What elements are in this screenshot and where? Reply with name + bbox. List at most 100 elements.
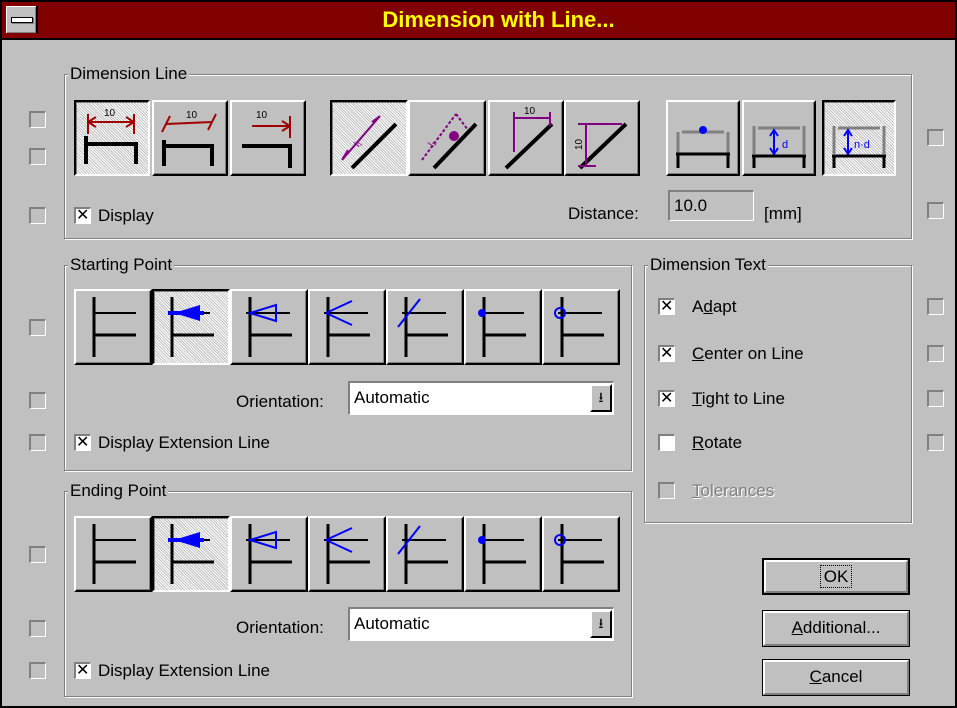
system-menu-button[interactable] [6, 6, 38, 33]
check-mark-icon: ✕ [76, 432, 90, 451]
start-circle-button[interactable] [542, 289, 620, 365]
rotate-checkbox[interactable] [658, 434, 675, 451]
line-arrow-icon [324, 524, 370, 584]
check-mark-icon: ✕ [660, 343, 674, 362]
end-ext-line-label: Display Extension Line [98, 661, 270, 680]
open-arrow-icon [246, 297, 292, 357]
end-slash-button[interactable] [386, 516, 464, 592]
tolerances-label: Tolerances [692, 481, 775, 500]
parallel-dimension-icon: l₁ [341, 115, 398, 170]
end-orientation-select[interactable]: Automatic ⭳ [348, 607, 614, 641]
direction-parallel-button[interactable]: l₁ [330, 100, 408, 176]
dim-value-2: 10 [574, 138, 585, 150]
lock-checkbox-9[interactable] [29, 662, 46, 679]
horizontal-dimension-icon: 10 [504, 106, 554, 170]
cancel-button[interactable]: Cancel [762, 659, 910, 696]
lock-checkbox-4[interactable] [29, 319, 46, 336]
check-mark-icon: ✕ [76, 660, 90, 679]
straight-dimension-icon: 10 [84, 108, 138, 164]
start-ext-line-checkbox[interactable]: ✕ [74, 432, 91, 451]
title-bar[interactable]: Dimension with Line... [2, 2, 955, 40]
check-mark-icon: ✕ [660, 388, 674, 407]
dim-value-1: 10 [524, 106, 536, 117]
slash-icon [397, 524, 448, 584]
end-open-arrow-button[interactable] [230, 516, 308, 592]
start-filled-arrow-button[interactable] [152, 289, 230, 365]
slash-icon [397, 297, 448, 357]
no-terminator-icon [92, 297, 136, 357]
dimension-text-legend: Dimension Text [648, 255, 768, 275]
additional-button[interactable]: Additional... [762, 610, 910, 647]
lock-checkbox-r6[interactable] [927, 434, 944, 451]
start-slash-button[interactable] [386, 289, 464, 365]
lock-checkbox-7[interactable] [29, 546, 46, 563]
style-value-2: 10 [186, 110, 198, 121]
lock-checkbox-1[interactable] [29, 111, 46, 128]
start-orientation-select[interactable]: Automatic ⭳ [348, 381, 614, 415]
direction-vertical-button[interactable]: 10 [564, 100, 640, 176]
offset-point-icon [676, 126, 730, 168]
cancel-button-label: Cancel [809, 667, 863, 686]
distance-unit: [mm] [764, 204, 802, 223]
lock-checkbox-6[interactable] [29, 434, 46, 451]
direction-point-button[interactable]: l₂ [408, 100, 486, 176]
dropdown-arrow-icon[interactable]: ⭳ [590, 384, 612, 412]
offset-nd-icon: n·d [832, 126, 886, 168]
offset-nd-button[interactable]: n·d [822, 100, 896, 176]
start-line-arrow-button[interactable] [308, 289, 386, 365]
lock-checkbox-r3[interactable] [927, 298, 944, 315]
dimension-line-legend: Dimension Line [68, 64, 190, 84]
end-orientation-label: Orientation: [236, 618, 324, 637]
adapt-checkbox[interactable]: ✕ [658, 296, 675, 315]
adapt-label: Adapt [692, 297, 737, 316]
lock-checkbox-r1[interactable] [927, 129, 944, 146]
center-on-line-label: Center on Line [692, 344, 804, 363]
style-straight-button[interactable]: 10 [74, 100, 150, 176]
lock-checkbox-r4[interactable] [927, 345, 944, 362]
lock-checkbox-2[interactable] [29, 148, 46, 165]
display-checkbox[interactable]: ✕ [74, 205, 91, 224]
distance-input[interactable]: 10.0 [668, 190, 754, 221]
ok-button[interactable]: OK [762, 558, 910, 595]
start-none-button[interactable] [74, 289, 152, 365]
tight-to-line-label: Tight to Line [692, 389, 785, 408]
style-value-1: 10 [104, 108, 116, 119]
end-line-arrow-button[interactable] [308, 516, 386, 592]
end-filled-arrow-button[interactable] [152, 516, 230, 592]
lock-checkbox-r5[interactable] [927, 390, 944, 407]
end-orientation-value: Automatic [354, 614, 430, 633]
tight-to-line-checkbox[interactable]: ✕ [658, 388, 675, 407]
direction-horizontal-button[interactable]: 10 [488, 100, 564, 176]
offset-d-label: d [782, 139, 788, 151]
circle-icon [554, 524, 604, 584]
distance-label: Distance: [568, 204, 639, 223]
end-circle-button[interactable] [542, 516, 620, 592]
start-open-arrow-button[interactable] [230, 289, 308, 365]
style-value-3: 10 [256, 110, 268, 121]
end-ext-line-checkbox[interactable]: ✕ [74, 660, 91, 679]
no-terminator-icon [92, 524, 136, 584]
display-label: Display [98, 206, 154, 225]
end-dot-button[interactable] [464, 516, 542, 592]
center-on-line-checkbox[interactable]: ✕ [658, 343, 675, 362]
start-dot-button[interactable] [464, 289, 542, 365]
vertical-dimension-icon: 10 [574, 122, 628, 170]
point-dimension-icon: l₂ [421, 113, 478, 170]
offset-point-button[interactable] [666, 100, 740, 176]
dimension-dialog: Dimension with Line... Dimension Line 10… [0, 0, 957, 708]
check-mark-icon: ✕ [76, 205, 90, 224]
offset-d-button[interactable]: d [742, 100, 816, 176]
lock-checkbox-8[interactable] [29, 620, 46, 637]
start-orientation-label: Orientation: [236, 392, 324, 411]
starting-point-legend: Starting Point [68, 255, 175, 275]
rotate-label: Rotate [692, 433, 743, 452]
lock-checkbox-5[interactable] [29, 392, 46, 409]
lock-checkbox-3[interactable] [29, 207, 46, 224]
dropdown-arrow-icon[interactable]: ⭳ [590, 610, 612, 638]
end-none-button[interactable] [74, 516, 152, 592]
filled-arrow-icon [168, 297, 214, 357]
lock-checkbox-r2[interactable] [927, 202, 944, 219]
style-open-button[interactable]: 10 [230, 100, 306, 176]
style-slanted-button[interactable]: 10 [152, 100, 228, 176]
ending-point-legend: Ending Point [68, 481, 169, 501]
